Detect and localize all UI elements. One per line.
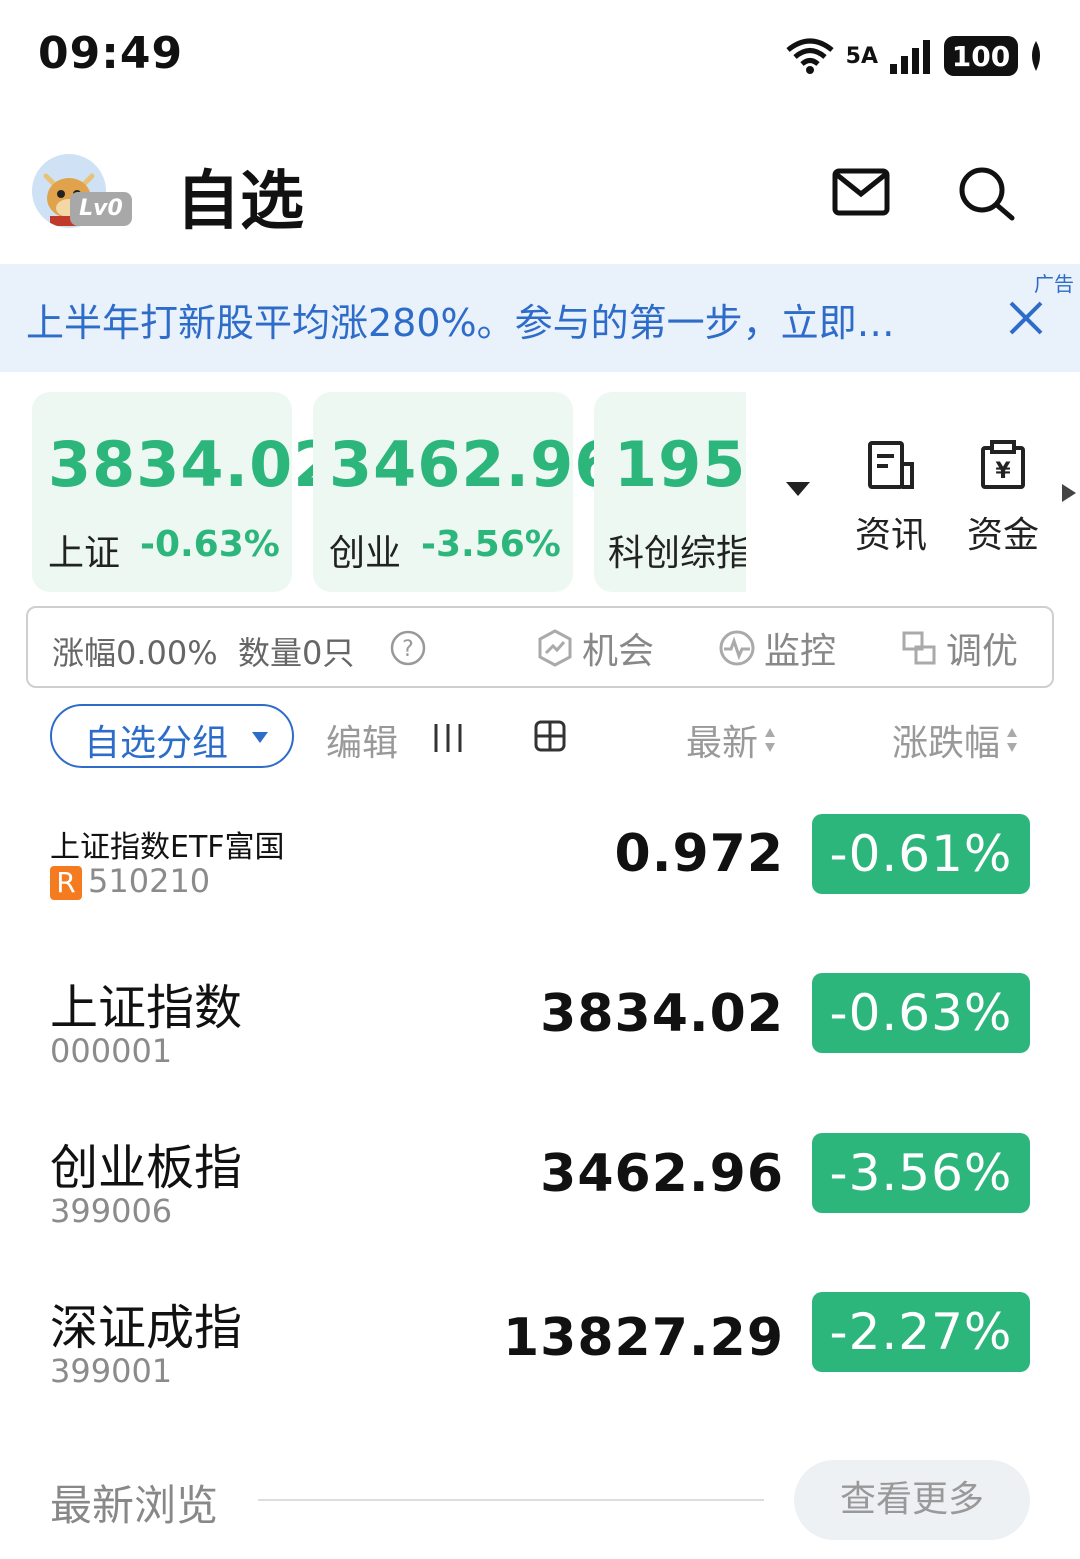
columns-icon[interactable]	[432, 722, 464, 754]
trend-icon	[538, 629, 572, 667]
leaf-icon	[1032, 41, 1040, 71]
rise-percent-text: 涨幅0.00%	[52, 634, 218, 672]
monitor-button[interactable]: 监控	[718, 626, 836, 672]
r-badge: R	[50, 866, 82, 900]
page-title: 自选	[176, 165, 304, 239]
sort-icon	[765, 728, 776, 752]
list-item[interactable]: 上证指数 000001 3834.02 -0.63%	[0, 954, 1080, 1104]
security-code: 510210	[88, 862, 211, 900]
recent-browsing-title: 最新浏览	[50, 1481, 219, 1530]
security-name: 上证指数	[50, 980, 243, 1036]
network-type-label: 5A	[845, 43, 878, 69]
caret-down-icon	[252, 732, 268, 743]
optimize-label: 调优	[946, 631, 1019, 672]
optimize-icon	[902, 631, 936, 665]
optimize-button[interactable]: 调优	[900, 626, 1018, 672]
sort-change-button[interactable]: 涨跌幅	[892, 714, 1018, 766]
change-badge[interactable]: -2.27%	[812, 1292, 1030, 1372]
security-code: 000001	[50, 1032, 173, 1070]
news-button[interactable]: 资讯	[846, 440, 936, 560]
security-name: 上证指数ETF富国	[50, 830, 285, 865]
watchlist-group-dropdown[interactable]: 自选分组	[50, 704, 294, 768]
header: Lv0 自选	[0, 140, 1080, 250]
search-icon	[959, 167, 1015, 221]
security-code: 399001	[50, 1352, 173, 1390]
ad-tag: 广告	[1034, 272, 1074, 296]
svg-text:?: ?	[402, 637, 414, 662]
security-name: 深证成指	[50, 1300, 243, 1356]
news-icon	[868, 441, 914, 489]
help-button[interactable]: ?	[390, 626, 426, 670]
index-name: 创业	[329, 533, 402, 574]
portfolio-info-bar: 涨幅0.00% 数量0只 ? 机会 监控 调优	[26, 606, 1054, 688]
security-price: 0.972	[614, 824, 784, 884]
change-badge[interactable]: -0.63%	[812, 973, 1030, 1053]
sort-icon	[1007, 728, 1018, 752]
chevron-down-icon[interactable]	[786, 482, 810, 498]
svg-text:¥: ¥	[995, 459, 1011, 484]
news-label: 资讯	[854, 515, 927, 556]
level-badge: Lv0	[70, 192, 132, 226]
status-icons: 5A 100	[784, 34, 1044, 78]
change-badge[interactable]: -0.61%	[812, 814, 1030, 894]
security-price: 13827.29	[502, 1308, 784, 1368]
funds-button[interactable]: ¥ 资金	[958, 440, 1048, 560]
close-icon	[1009, 301, 1043, 335]
mail-icon	[832, 168, 890, 216]
index-change: -3.56%	[421, 524, 561, 565]
help-icon: ?	[390, 630, 426, 666]
change-badge[interactable]: -3.56%	[812, 1133, 1030, 1213]
change-column-label: 涨跌幅	[892, 723, 1001, 764]
security-price: 3834.02	[540, 984, 784, 1044]
ad-banner[interactable]: 上半年打新股平均涨280%。参与的第一步，立即… 广告	[0, 264, 1080, 372]
divider	[258, 1499, 764, 1501]
status-bar: 09:49 5A 100	[0, 0, 1080, 110]
ad-close-button[interactable]	[1008, 300, 1044, 336]
index-card-chinext[interactable]: 3462.96 创业 -3.56%	[313, 392, 617, 592]
index-card-strip[interactable]: 3834.02 上证 -0.63% 3462.96 创业 -3.56% 1950…	[32, 392, 746, 592]
wifi-icon	[786, 38, 834, 74]
opportunity-button[interactable]: 机会	[536, 626, 654, 672]
security-price: 3462.96	[540, 1144, 784, 1204]
signal-icon	[890, 40, 930, 74]
index-change: -0.63%	[140, 524, 280, 565]
pulse-icon	[719, 630, 755, 666]
ad-text[interactable]: 上半年打新股平均涨280%。参与的第一步，立即…	[26, 292, 895, 347]
security-code: 399006	[50, 1192, 173, 1230]
status-time: 09:49	[38, 28, 184, 79]
security-name: 创业板指	[50, 1140, 243, 1196]
group-label: 自选分组	[84, 723, 229, 764]
grid-icon[interactable]	[534, 720, 566, 752]
edit-button[interactable]: 编辑	[326, 714, 398, 766]
list-item[interactable]: 深证成指 399001 13827.29 -2.27%	[0, 1274, 1080, 1424]
index-value: 1950	[614, 428, 746, 501]
chevron-right-icon[interactable]	[1062, 484, 1076, 502]
view-more-button[interactable]: 查看更多	[794, 1460, 1030, 1540]
security-code-line: R 510210	[50, 862, 210, 900]
sort-latest-button[interactable]: 最新	[686, 714, 776, 766]
mail-button[interactable]	[832, 168, 890, 216]
index-card-star-composite[interactable]: 1950 科创综指	[594, 392, 746, 592]
index-value: 3462.96	[329, 428, 619, 501]
latest-column-label: 最新	[686, 723, 759, 764]
stock-count-text: 数量0只	[238, 634, 355, 672]
search-button[interactable]	[956, 164, 1016, 222]
list-item[interactable]: 创业板指 399006 3462.96 -3.56%	[0, 1114, 1080, 1264]
index-name: 科创综指	[608, 533, 746, 574]
funds-icon: ¥	[981, 440, 1025, 489]
battery-indicator: 100	[944, 36, 1018, 76]
list-item[interactable]: 上证指数ETF富国 R 510210 0.972 -0.61%	[0, 794, 1080, 944]
funds-label: 资金	[966, 515, 1039, 556]
monitor-label: 监控	[764, 631, 837, 672]
index-value: 3834.02	[48, 428, 338, 501]
index-card-shanghai[interactable]: 3834.02 上证 -0.63%	[32, 392, 336, 592]
index-name: 上证	[48, 533, 121, 574]
opportunity-label: 机会	[582, 631, 655, 672]
